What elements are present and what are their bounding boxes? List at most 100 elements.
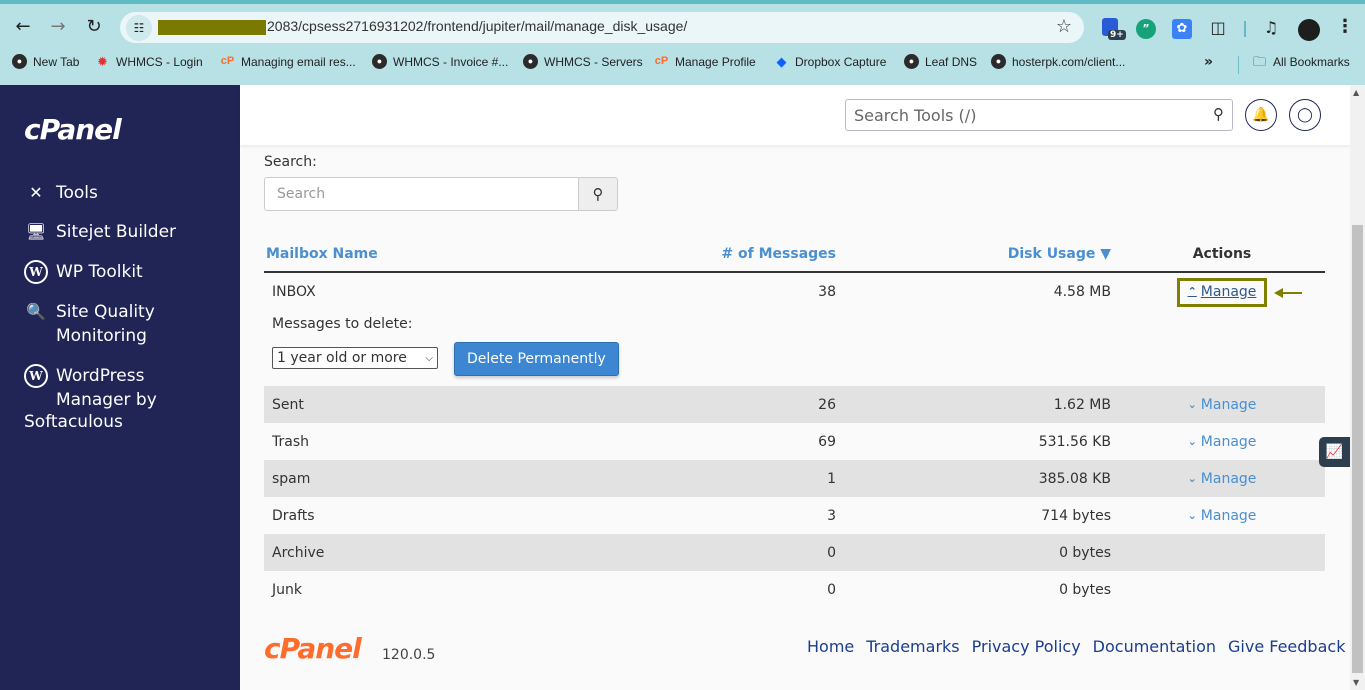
- message-count: 1: [644, 460, 844, 497]
- web-icon: ✹: [97, 54, 108, 69]
- mailbox-name: INBOX: [272, 283, 316, 300]
- bookmark-item[interactable]: ● New Tab: [12, 54, 79, 69]
- message-count: 0: [827, 581, 836, 598]
- table-row: Drafts 3 714 bytes ⌄ Manage: [264, 497, 1325, 534]
- mailbox-name: Junk: [272, 581, 302, 598]
- manage-label: Manage: [1200, 283, 1257, 300]
- tools-icon: ✕: [29, 183, 43, 202]
- profile-avatar[interactable]: [1298, 19, 1320, 41]
- redacted-host: [158, 20, 266, 35]
- bookmark-item[interactable]: ● WHMCS - Invoice #...: [372, 54, 508, 69]
- footer-link-give-feedback[interactable]: Give Feedback: [1228, 637, 1345, 656]
- mailbox-search-input[interactable]: [264, 177, 579, 211]
- bookmark-label: Manage Profile: [675, 54, 756, 69]
- manage-link[interactable]: ⌃ Manage: [1188, 284, 1257, 300]
- stats-panel-button[interactable]: 📈: [1319, 437, 1350, 467]
- disk-usage: 1.62 MB: [844, 386, 1119, 423]
- annotation-arrow-icon: [1274, 288, 1302, 298]
- bookmark-item[interactable]: ✹ WHMCS - Login: [95, 54, 203, 69]
- bell-icon: 🔔: [1252, 107, 1270, 123]
- delete-permanently-button[interactable]: Delete Permanently: [454, 342, 619, 376]
- all-bookmarks-button[interactable]: 🗀 All Bookmarks: [1252, 54, 1350, 69]
- actions-cell: ⌄ Manage: [1119, 460, 1325, 497]
- message-count: 69: [818, 433, 836, 450]
- version-number: 120.0.5: [382, 647, 436, 663]
- column-header-messages[interactable]: # of Messages: [644, 236, 844, 273]
- cpanel-logo[interactable]: cPanel: [24, 113, 122, 146]
- actions-cell: [1119, 534, 1325, 571]
- message-count: 38: [818, 283, 836, 300]
- scroll-down-arrow-icon[interactable]: ▼: [1353, 678, 1359, 687]
- mailbox-name: Drafts: [272, 507, 315, 524]
- notifications-button[interactable]: 🔔: [1245, 99, 1277, 131]
- bookmark-item[interactable]: ● WHMCS - Servers: [523, 54, 643, 69]
- annotation-highlight-box: ⌃ Manage: [1176, 278, 1268, 307]
- footer-link-documentation[interactable]: Documentation: [1093, 637, 1216, 656]
- scroll-up-arrow-icon[interactable]: ▲: [1353, 88, 1359, 97]
- manage-label: Manage: [1200, 470, 1257, 487]
- scroll-thumb[interactable]: [1352, 225, 1363, 673]
- media-control-icon[interactable]: ♫: [1260, 17, 1282, 39]
- cpanel-icon: cP: [654, 55, 669, 67]
- site-info-icon[interactable]: ☷: [126, 15, 152, 41]
- quote-extension-icon[interactable]: ”: [1136, 19, 1156, 39]
- column-header-actions: Actions: [1119, 236, 1325, 273]
- globe-icon: ●: [991, 54, 1006, 69]
- ai-extension-icon[interactable]: ✿: [1172, 19, 1192, 39]
- footer-link-privacy-policy[interactable]: Privacy Policy: [972, 637, 1081, 656]
- expanded-panel: Messages to delete: 1 year old or more ⌵…: [264, 310, 1325, 386]
- messages-to-delete-label: Messages to delete:: [272, 316, 413, 332]
- sidebar-item-tools[interactable]: ✕ Tools: [24, 181, 98, 205]
- bookmarks-divider: [1238, 56, 1239, 74]
- sidebar-item-wp-toolkit[interactable]: W WP Toolkit: [24, 260, 143, 284]
- age-select[interactable]: 1 year old or more ⌵: [272, 347, 438, 369]
- column-header-mailbox-name[interactable]: Mailbox Name: [264, 236, 644, 273]
- chevron-up-icon: ⌃: [1187, 285, 1197, 299]
- globe-icon: ●: [12, 54, 27, 69]
- sitejet-icon: 🖥: [25, 222, 47, 241]
- footer-link-home[interactable]: Home: [807, 637, 854, 656]
- table-row: spam 1 385.08 KB ⌄ Manage: [264, 460, 1325, 497]
- extensions-puzzle-icon[interactable]: ◫: [1207, 17, 1229, 39]
- bookmark-label: hosterpk.com/client...: [1012, 54, 1126, 69]
- browser-menu-icon[interactable]: ⋮: [1336, 16, 1354, 37]
- bookmark-star-icon[interactable]: ☆: [1056, 16, 1072, 37]
- forward-button[interactable]: →: [45, 14, 71, 40]
- sidebar: cPanel ✕ Tools 🖥 Sitejet Builder W WP To…: [0, 85, 240, 690]
- sidebar-item-site-quality[interactable]: 🔍 Site Quality Monitoring: [24, 300, 155, 348]
- sidebar-item-label: Site Quality Monitoring: [56, 302, 155, 346]
- bookmark-item[interactable]: ● hosterpk.com/client...: [991, 54, 1125, 69]
- disk-usage: 714 bytes: [1041, 507, 1111, 524]
- bookmark-item[interactable]: cP Managing email res...: [220, 54, 356, 69]
- user-menu-button[interactable]: ◯: [1289, 99, 1321, 131]
- search-icon[interactable]: ⚲: [1213, 105, 1224, 123]
- chevron-down-icon: ⌄: [1187, 509, 1197, 523]
- sidebar-item-sitejet[interactable]: 🖥 Sitejet Builder: [24, 220, 176, 244]
- address-bar[interactable]: ☷ 2083/cpsess2716931202/frontend/jupiter…: [120, 12, 1084, 43]
- more-bookmarks-button[interactable]: »: [1204, 54, 1213, 70]
- manage-link[interactable]: ⌄ Manage: [1188, 397, 1257, 413]
- tool-search-box[interactable]: ⚲: [845, 99, 1233, 131]
- manage-link[interactable]: ⌄ Manage: [1188, 471, 1257, 487]
- search-button[interactable]: ⚲: [578, 177, 618, 211]
- sidebar-item-label-continued[interactable]: Softaculous: [24, 412, 123, 432]
- bookmark-label: WHMCS - Servers: [544, 54, 643, 69]
- page-scrollbar[interactable]: ▲ ▼: [1350, 85, 1365, 690]
- disk-usage: 531.56 KB: [1038, 433, 1111, 450]
- reload-button[interactable]: ↻: [81, 14, 107, 40]
- back-button[interactable]: ←: [10, 14, 36, 40]
- age-select-value: 1 year old or more: [277, 350, 407, 366]
- tool-search-input[interactable]: [846, 100, 1196, 130]
- bookmark-item[interactable]: cP Manage Profile: [654, 54, 756, 69]
- globe-icon: ●: [372, 54, 387, 69]
- manage-link[interactable]: ⌄ Manage: [1188, 434, 1257, 450]
- sidebar-item-wordpress-manager[interactable]: W WordPress Manager by: [24, 364, 157, 412]
- extension-badge: 9+: [1108, 30, 1126, 40]
- bookmark-item[interactable]: ● Leaf DNS: [904, 54, 977, 69]
- manage-link[interactable]: ⌄ Manage: [1188, 508, 1257, 524]
- actions-cell: ⌄ Manage: [1119, 423, 1325, 460]
- footer-link-trademarks[interactable]: Trademarks: [866, 637, 959, 656]
- top-header: ⚲ 🔔 ◯: [240, 85, 1350, 145]
- column-header-disk-usage[interactable]: Disk Usage ▼: [844, 236, 1119, 273]
- bookmark-item[interactable]: ◆ Dropbox Capture: [774, 54, 887, 69]
